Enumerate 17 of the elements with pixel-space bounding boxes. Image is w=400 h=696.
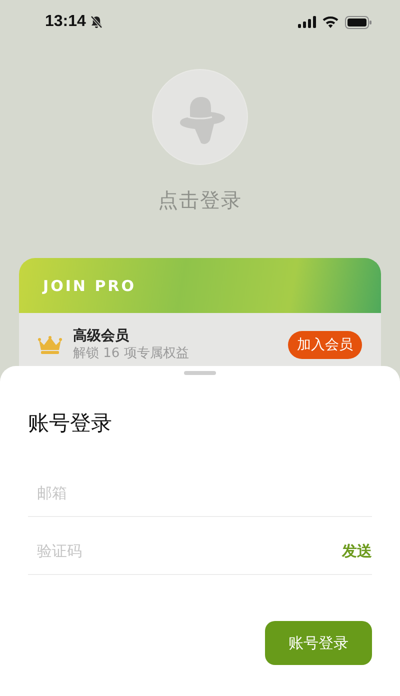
input-field[interactable]: 邮箱 — [37, 484, 372, 502]
input-field[interactable]: 验证码 — [37, 542, 334, 560]
membership-subtitle: 解锁 16 项专属权益 — [73, 345, 190, 362]
drag-handle[interactable] — [184, 371, 216, 375]
banner-title: JOIN PRO — [43, 276, 136, 294]
crown-icon — [38, 336, 62, 354]
signal-icon — [298, 16, 316, 28]
status-time: 13:14 — [45, 13, 86, 31]
send-code-button[interactable]: 发送 — [334, 542, 372, 560]
sheet-title: 账号登录 — [28, 410, 113, 437]
battery-icon — [345, 16, 372, 28]
membership-title: 高级会员 — [73, 327, 130, 345]
login-prompt[interactable]: 点击登录 — [158, 187, 242, 213]
muted-bell-icon — [90, 15, 103, 29]
join-button[interactable]: 加入会员 — [288, 330, 362, 358]
wifi-icon — [322, 16, 339, 28]
login-button[interactable]: 账号登录 — [265, 621, 372, 665]
